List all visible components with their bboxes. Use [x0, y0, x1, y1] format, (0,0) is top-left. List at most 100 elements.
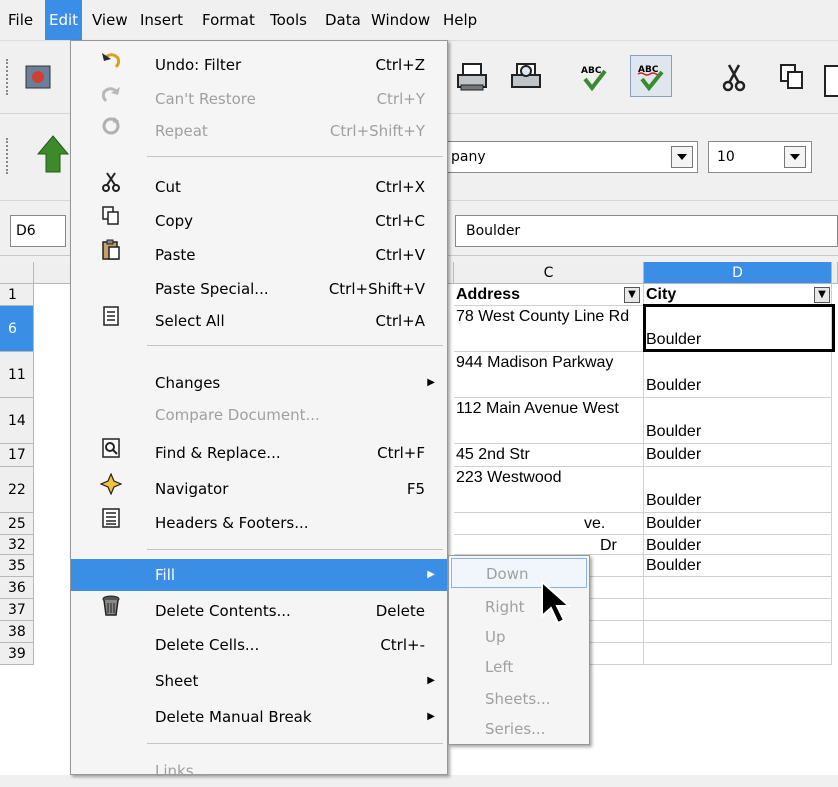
submenu-arrow-icon: ▶ [427, 377, 435, 388]
menu-cut[interactable]: Cut Ctrl+X [71, 171, 447, 203]
autofilter-button[interactable]: ▼ [814, 287, 830, 303]
menu-navigator[interactable]: Navigator F5 [71, 472, 447, 505]
menu-help[interactable]: Help [439, 0, 481, 40]
column-header-d[interactable]: D [644, 262, 832, 284]
row-header[interactable]: 14 [0, 398, 34, 444]
select-all-icon [99, 305, 123, 338]
column-header-c[interactable]: C [454, 262, 644, 284]
styles-icon[interactable] [36, 134, 70, 178]
menu-delete-manual-break[interactable]: Delete Manual Break ▶ [71, 701, 447, 733]
copy-icon[interactable] [772, 57, 812, 97]
menu-separator [147, 345, 443, 346]
menu-changes[interactable]: Changes ▶ [71, 367, 447, 399]
fill-sheets[interactable]: Sheets... [451, 684, 587, 714]
load-url-icon[interactable] [18, 57, 58, 97]
row-header[interactable]: 32 [0, 535, 34, 555]
menu-label: Can't Restore [155, 90, 256, 108]
spellcheck-icon[interactable]: ABC [574, 57, 614, 97]
menu-edit[interactable]: Edit [45, 0, 83, 40]
submenu-arrow-icon: ▶ [427, 569, 435, 580]
name-box[interactable]: D6 [10, 215, 66, 247]
menu-label: Paste [155, 246, 196, 264]
cell-c[interactable]: Dr [454, 535, 644, 555]
menu-paste-special[interactable]: Paste Special... Ctrl+Shift+V [71, 273, 447, 305]
row-header[interactable]: 36 [0, 577, 34, 599]
font-name-combo[interactable]: pany [446, 141, 698, 173]
menu-accel: Ctrl+- [380, 636, 425, 654]
menu-data[interactable]: Data [321, 0, 365, 40]
cell-d[interactable] [644, 599, 832, 621]
cell-c[interactable]: 223 Westwood [454, 467, 644, 513]
cell-d[interactable]: Boulder [644, 352, 832, 398]
row-header[interactable]: 17 [0, 444, 34, 467]
row-header[interactable]: 11 [0, 352, 34, 398]
row-header[interactable]: 37 [0, 599, 34, 621]
menu-format[interactable]: Format [198, 0, 259, 40]
active-cell-cursor [643, 304, 835, 352]
cell-c[interactable]: 112 Main Avenue West [454, 398, 644, 444]
cell-d[interactable]: Boulder [644, 444, 832, 467]
row-header[interactable]: 35 [0, 555, 34, 577]
print-icon[interactable] [452, 57, 492, 97]
menu-sheet[interactable]: Sheet ▶ [71, 665, 447, 697]
print-preview-icon[interactable] [506, 57, 546, 97]
cell-c[interactable]: ve. [454, 513, 644, 535]
svg-text:ABC: ABC [581, 66, 602, 76]
row-header[interactable]: 39 [0, 643, 34, 665]
chevron-down-icon[interactable] [784, 146, 806, 168]
menu-compare-document[interactable]: Compare Document... [71, 399, 447, 431]
cell-d[interactable]: Boulder [644, 467, 832, 513]
paste-icon[interactable] [824, 65, 838, 97]
cell-d[interactable]: Boulder [644, 535, 832, 555]
cell-c[interactable]: 944 Madison Parkway [454, 352, 644, 398]
menu-view[interactable]: View [88, 0, 132, 40]
scissors-icon[interactable] [714, 57, 754, 97]
cell-d[interactable]: Boulder [644, 513, 832, 535]
row-header[interactable]: 22 [0, 467, 34, 513]
toolbar-grip[interactable] [6, 59, 12, 95]
menu-fill[interactable]: Fill ▶ [71, 559, 447, 591]
cell-d[interactable] [644, 621, 832, 643]
row-header[interactable]: 25 [0, 513, 34, 535]
font-name-value: pany [451, 149, 486, 165]
menu-accel: F5 [406, 480, 425, 498]
fill-series[interactable]: Series... [451, 714, 587, 744]
menu-repeat[interactable]: Repeat Ctrl+Shift+Y [71, 115, 447, 147]
toolbar-grip[interactable] [6, 138, 12, 174]
menu-insert[interactable]: Insert [136, 0, 187, 40]
menu-copy[interactable]: Copy Ctrl+C [71, 205, 447, 237]
cell-d[interactable]: Boulder [644, 555, 832, 577]
menu-undo[interactable]: Undo: Filter Ctrl+Z [71, 49, 447, 81]
select-all-corner[interactable] [0, 262, 34, 284]
row-header[interactable]: 6 [0, 306, 34, 352]
menu-delete-cells[interactable]: Delete Cells... Ctrl+- [71, 629, 447, 661]
cell-d[interactable] [644, 643, 832, 665]
cell-c[interactable]: 78 West County Line Rd [454, 306, 644, 352]
cell-c[interactable]: 45 2nd Str [454, 444, 644, 467]
chevron-down-icon[interactable] [671, 146, 693, 168]
menu-links[interactable]: Links... [71, 755, 447, 787]
menu-accel: Ctrl+F [377, 444, 425, 462]
menu-accel: Ctrl+Y [376, 90, 425, 108]
menu-select-all[interactable]: Select All Ctrl+A [71, 305, 447, 337]
formula-input[interactable]: Boulder [455, 215, 838, 247]
menu-headers-footers[interactable]: Headers & Footers... [71, 507, 447, 539]
menu-delete-contents[interactable]: Delete Contents... Delete [71, 595, 447, 627]
autofilter-button[interactable]: ▼ [624, 287, 640, 303]
cell-d[interactable] [644, 577, 832, 599]
fill-left[interactable]: Left [451, 652, 587, 682]
menu-redo[interactable]: Can't Restore Ctrl+Y [71, 83, 447, 115]
cell-d1[interactable]: City [644, 284, 832, 306]
menu-find-replace[interactable]: Find & Replace... Ctrl+F [71, 437, 447, 469]
cell-c1[interactable]: Address [454, 284, 644, 306]
menu-tools[interactable]: Tools [266, 0, 311, 40]
menu-file[interactable]: File [4, 0, 37, 40]
row-header[interactable]: 1 [0, 284, 34, 306]
row-header[interactable]: 38 [0, 621, 34, 643]
autospellcheck-icon[interactable]: ABC [630, 55, 672, 97]
menu-paste[interactable]: Paste Ctrl+V [71, 239, 447, 271]
column-header-e[interactable] [832, 262, 838, 284]
cell-d[interactable]: Boulder [644, 398, 832, 444]
menu-window[interactable]: Window [367, 0, 434, 40]
menu-separator [147, 743, 443, 744]
